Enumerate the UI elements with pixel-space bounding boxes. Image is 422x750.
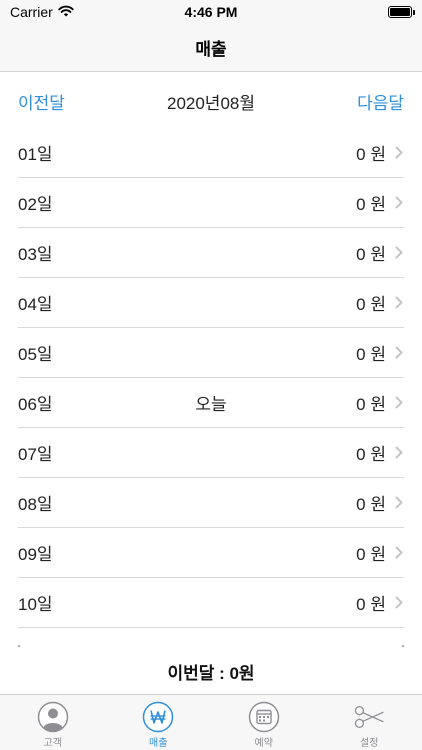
won-icon [142,701,174,733]
day-row[interactable]: 09일 0 원 [18,528,404,578]
day-label: 10일 [18,595,53,614]
day-amount: 0 원 [356,495,386,514]
chevron-right-icon [394,196,404,210]
day-list[interactable]: 01일 0 원 02일 0 원 03일 0 원 04일 0 원 05일 0 원 [0,128,422,644]
chevron-right-icon [394,596,404,610]
status-bar: Carrier 4:46 PM [0,0,422,24]
chevron-right-icon [394,546,404,560]
day-row[interactable]: 04일 0 원 [18,278,404,328]
tab-label: 설정 [360,738,379,749]
carrier-label: Carrier [10,4,53,20]
chevron-right-icon [394,396,404,410]
day-amount: 0 원 [356,245,386,264]
day-amount: 0 원 [356,295,386,314]
next-month-button[interactable]: 다음달 [357,89,404,114]
day-amount: 0 원 [356,195,386,214]
chevron-right-icon [394,296,404,310]
tab-label: 매출 [149,738,168,749]
person-icon [37,701,69,733]
tab-customers[interactable]: 고객 [0,695,106,750]
day-row[interactable]: 02일 0 원 [18,178,404,228]
day-amount: 0 원 [356,445,386,464]
day-amount: 0 원 [356,595,386,614]
day-label: 09일 [18,545,53,564]
day-amount: 0 원 [356,145,386,164]
day-row[interactable]: 03일 0 원 [18,228,404,278]
chevron-right-icon [394,496,404,510]
day-amount: 0 원 [356,345,386,364]
day-row[interactable]: 10일 0 원 [18,578,404,628]
chevron-right-icon [394,446,404,460]
chevron-right-icon [394,146,404,160]
page-title: 매출 [195,40,227,59]
partial-row-hint [18,644,404,647]
day-label: 02일 [18,195,53,214]
navigation-bar: 매출 [0,24,422,72]
tab-reservations[interactable]: 예약 [211,695,317,750]
day-row[interactable]: 06일 오늘 0 원 [18,378,404,428]
tab-label: 예약 [254,738,273,749]
screen: Carrier 4:46 PM 매출 이전달 2020년08월 다음달 01일 … [0,0,422,750]
day-label: 01일 [18,145,53,164]
day-label: 07일 [18,445,53,464]
monthly-total-label: 이번달 : 0원 [167,663,255,683]
battery-icon [388,6,415,18]
month-selector: 이전달 2020년08월 다음달 [0,73,422,129]
chevron-right-icon [394,246,404,260]
wifi-icon [58,4,74,20]
scissors-icon [353,701,385,733]
monthly-total-bar: 이번달 : 0원 [0,648,422,694]
day-row[interactable]: 08일 0 원 [18,478,404,528]
day-row[interactable]: 07일 0 원 [18,428,404,478]
calendar-icon [248,701,280,733]
day-label: 06일 [18,395,53,414]
day-label: 03일 [18,245,53,264]
day-label: 08일 [18,495,53,514]
tab-bar: 고객 매출 예약 설정 [0,694,422,750]
tab-sales[interactable]: 매출 [106,695,212,750]
day-label: 04일 [18,295,53,314]
day-row[interactable]: 05일 0 원 [18,328,404,378]
day-label: 05일 [18,345,53,364]
status-left: Carrier [10,4,74,20]
day-amount: 0 원 [356,545,386,564]
prev-month-button[interactable]: 이전달 [18,89,65,114]
chevron-right-icon [394,346,404,360]
tab-label: 고객 [43,738,62,749]
tab-settings[interactable]: 설정 [317,695,422,750]
day-row[interactable]: 01일 0 원 [18,128,404,178]
day-amount: 0 원 [356,395,386,414]
